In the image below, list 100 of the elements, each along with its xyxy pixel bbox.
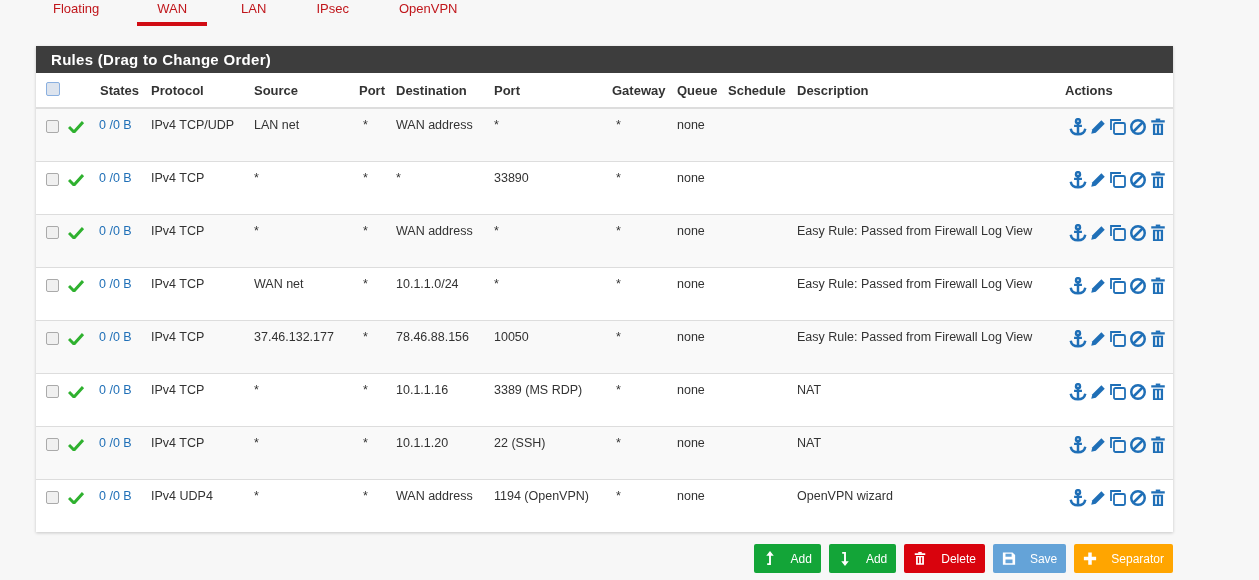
destination-cell: WAN address bbox=[396, 118, 473, 132]
pencil-icon[interactable] bbox=[1089, 382, 1107, 401]
port-cell: 22 (SSH) bbox=[494, 435, 546, 450]
trash-icon[interactable] bbox=[1149, 170, 1167, 189]
nav-tab[interactable]: LAN bbox=[225, 2, 283, 26]
column-header: Protocol bbox=[151, 82, 204, 98]
add-button[interactable]: Add bbox=[828, 544, 897, 573]
protocol-cell: IPv4 TCP bbox=[151, 276, 205, 291]
anchor-icon[interactable] bbox=[1069, 118, 1087, 136]
source-cell: * bbox=[254, 488, 259, 503]
trash-icon[interactable] bbox=[1149, 382, 1167, 401]
gateway-cell: * bbox=[616, 118, 621, 132]
port-cell: * bbox=[363, 276, 368, 291]
gateway-cell: * bbox=[616, 488, 621, 503]
states-link[interactable]: 0 /0 B bbox=[99, 273, 133, 294]
queue-cell: none bbox=[677, 488, 705, 503]
copy-icon[interactable] bbox=[1109, 382, 1127, 401]
anchor-icon[interactable] bbox=[1069, 223, 1087, 242]
anchor-icon[interactable] bbox=[1069, 435, 1087, 454]
disable-icon[interactable] bbox=[1129, 488, 1147, 507]
copy-icon[interactable] bbox=[1109, 435, 1127, 454]
pencil-icon[interactable] bbox=[1089, 170, 1107, 189]
copy-icon[interactable] bbox=[1109, 276, 1127, 295]
port-cell: * bbox=[363, 170, 368, 185]
anchor-icon[interactable] bbox=[1069, 382, 1087, 401]
queue-cell: none bbox=[677, 382, 705, 397]
column-header: Port bbox=[494, 82, 520, 98]
trash-icon[interactable] bbox=[1149, 488, 1167, 507]
disable-icon[interactable] bbox=[1129, 382, 1147, 401]
row-checkbox[interactable] bbox=[46, 225, 59, 239]
pencil-icon[interactable] bbox=[1089, 276, 1107, 295]
anchor-icon[interactable] bbox=[1069, 170, 1087, 189]
disable-icon[interactable] bbox=[1129, 118, 1147, 136]
row-checkbox[interactable] bbox=[46, 278, 59, 292]
anchor-icon[interactable] bbox=[1069, 276, 1087, 295]
nav-tab[interactable]: OpenVPN bbox=[382, 2, 474, 26]
copy-icon[interactable] bbox=[1109, 170, 1127, 189]
destination-cell: WAN address bbox=[396, 488, 473, 503]
row-checkbox[interactable] bbox=[46, 172, 59, 186]
copy-icon[interactable] bbox=[1109, 223, 1127, 242]
row-checkbox[interactable] bbox=[46, 384, 59, 398]
pencil-icon[interactable] bbox=[1089, 118, 1107, 136]
plus-icon bbox=[1083, 551, 1098, 566]
select-all-checkbox[interactable] bbox=[46, 81, 60, 96]
disable-icon[interactable] bbox=[1129, 170, 1147, 189]
protocol-cell: IPv4 TCP/UDP bbox=[151, 118, 235, 132]
trash-icon[interactable] bbox=[1149, 329, 1167, 348]
source-cell: 37.46.132.177 bbox=[254, 329, 334, 344]
anchor-icon[interactable] bbox=[1069, 488, 1087, 507]
description-cell: OpenVPN wizard bbox=[797, 488, 893, 503]
description-cell: Easy Rule: Passed from Firewall Log View bbox=[797, 276, 1033, 291]
pencil-icon[interactable] bbox=[1089, 488, 1107, 507]
anchor-icon[interactable] bbox=[1069, 329, 1087, 348]
trash-icon[interactable] bbox=[1149, 223, 1167, 242]
port-cell: * bbox=[494, 276, 499, 291]
nav-tab[interactable]: Floating bbox=[53, 2, 116, 26]
description-cell: NAT bbox=[797, 382, 822, 397]
row-checkbox[interactable] bbox=[46, 120, 59, 133]
pencil-icon[interactable] bbox=[1089, 329, 1107, 348]
disable-icon[interactable] bbox=[1129, 223, 1147, 242]
port-cell: * bbox=[363, 435, 368, 450]
pencil-icon[interactable] bbox=[1089, 223, 1107, 242]
description-cell: NAT bbox=[797, 435, 822, 450]
trash-icon[interactable] bbox=[1149, 118, 1167, 136]
gateway-cell: * bbox=[616, 382, 621, 397]
gateway-cell: * bbox=[616, 170, 621, 185]
port-cell: 10050 bbox=[494, 329, 529, 344]
source-cell: * bbox=[254, 382, 259, 397]
disable-icon[interactable] bbox=[1129, 435, 1147, 454]
trash-icon[interactable] bbox=[1149, 276, 1167, 295]
row-checkbox[interactable] bbox=[46, 490, 59, 504]
copy-icon[interactable] bbox=[1109, 488, 1127, 507]
row-checkbox[interactable] bbox=[46, 437, 59, 451]
nav-tab[interactable]: IPsec bbox=[300, 2, 365, 26]
gateway-cell: * bbox=[616, 329, 621, 344]
add-button[interactable]: Add bbox=[753, 544, 821, 573]
states-link[interactable]: 0 /0 B bbox=[99, 485, 133, 506]
states-link[interactable]: 0 /0 B bbox=[99, 167, 133, 188]
panel-title: Rules (Drag to Change Order) bbox=[51, 51, 272, 68]
description-cell: Easy Rule: Passed from Firewall Log View bbox=[797, 223, 1033, 238]
port-cell: * bbox=[363, 488, 368, 503]
source-cell: WAN net bbox=[254, 276, 304, 291]
delete-button[interactable]: Delete bbox=[904, 544, 985, 573]
destination-cell: WAN address bbox=[396, 223, 473, 238]
protocol-cell: IPv4 TCP bbox=[151, 223, 205, 238]
protocol-cell: IPv4 TCP bbox=[151, 170, 205, 185]
queue-cell: none bbox=[677, 435, 705, 450]
disable-icon[interactable] bbox=[1129, 329, 1147, 348]
protocol-cell: IPv4 UDP4 bbox=[151, 488, 213, 503]
pencil-icon[interactable] bbox=[1089, 435, 1107, 454]
row-checkbox[interactable] bbox=[46, 331, 59, 345]
copy-icon[interactable] bbox=[1109, 329, 1127, 348]
destination-cell: * bbox=[396, 170, 401, 185]
trash-icon[interactable] bbox=[1149, 435, 1167, 454]
states-link[interactable]: 0 /0 B bbox=[99, 379, 133, 400]
source-cell: * bbox=[254, 170, 259, 185]
nav-tab[interactable]: WAN bbox=[137, 2, 208, 26]
copy-icon[interactable] bbox=[1109, 118, 1127, 136]
disable-icon[interactable] bbox=[1129, 276, 1147, 295]
port-cell: * bbox=[363, 118, 368, 132]
